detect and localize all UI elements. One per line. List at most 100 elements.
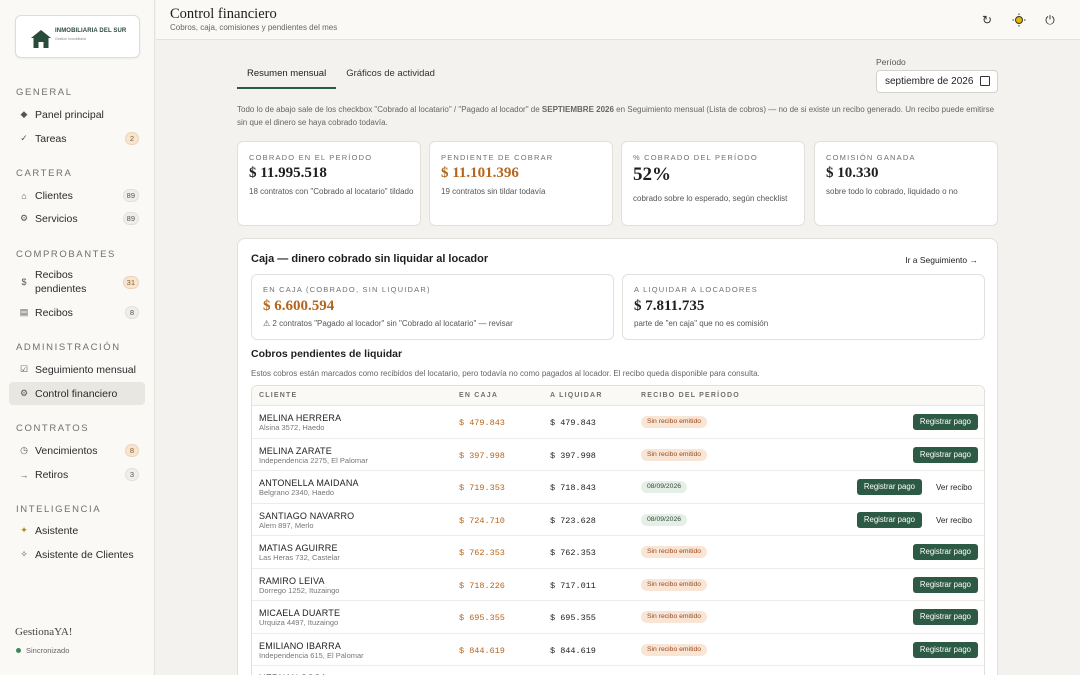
sidebar-item-recibos-pendientes[interactable]: $ Recibos pendientes 31 [9,267,145,297]
logo-text: INMOBILIARIA DEL SUR [55,28,127,34]
page-subtitle: Cobros, caja, comisiones y pendientes de… [170,23,338,32]
registrar-pago-button[interactable]: Registrar pago [912,641,978,658]
count-badge: 2 [125,132,139,145]
kpi-label: EN CAJA (COBRADO, SIN LIQUIDAR) [263,285,431,294]
caja-panel: Caja — dinero cobrado sin liquidar al lo… [237,238,998,675]
sidebar-item-label: Recibos [35,306,73,319]
client-name: MATIAS AGUIRRE [259,543,338,553]
table-row: EMILIANO IBARRA Independencia 615, El Pal… [252,634,984,666]
en-caja-amount: $ 718.226 [459,580,505,591]
table-row: MELINA HERRERA Alsina 3572, Haedo $ 479.84… [252,406,984,439]
kpi-value: $ 11.995.518 [249,165,327,181]
recibo-status-badge: Sin recibo emitido [641,546,708,558]
registrar-pago-button[interactable]: Registrar pago [912,446,978,463]
theme-toggle-icon[interactable] [1011,12,1027,28]
sidebar-item-vencimientos[interactable]: ◷ Vencimientos 8 [9,439,145,462]
client-address: Dorrego 1252, Ituzaingo [259,585,340,595]
sidebar-item-seguimiento[interactable]: ☑ Seguimiento mensual [9,358,145,381]
kpi-label: PENDIENTE DE COBRAR [441,153,554,162]
sidebar-item-tareas[interactable]: ✓ Tareas 2 [9,127,145,150]
a-liquidar-amount: $ 844.619 [550,645,596,656]
client-address: Alsina 3572, Haedo [259,423,325,432]
gear-icon: ⚙ [19,388,29,398]
client-name: SANTIAGO NAVARRO [259,510,355,521]
client-address: Independencia 615, El Palomar [259,650,364,660]
sidebar-item-asistente[interactable]: ✦ Asistente [9,519,145,542]
refresh-icon[interactable]: ↻ [979,12,995,28]
client-name: EMILIANO IBARRA [259,640,342,651]
sync-status: Sincronizado [16,646,69,655]
power-icon[interactable]: ⏻ [1042,12,1058,28]
count-badge: 89 [122,189,139,202]
seguimiento-link[interactable]: Ir a Seguimiento → [905,255,978,265]
table-row: HERNAN SOSA [252,666,984,675]
sidebar-item-label: Vencimientos [35,444,98,457]
kpi-value: $ 6.600.594 [263,298,335,314]
column-header: CLIENTE [259,392,298,399]
kpi-label: % COBRADO DEL PERÍODO [633,153,758,162]
company-logo[interactable]: INMOBILIARIA DEL SUR Gestión Inmobiliari… [15,15,140,58]
sidebar-item-label: Clientes [35,189,73,202]
top-header: Control financiero Cobros, caja, comisio… [156,0,1080,40]
registrar-pago-button[interactable]: Registrar pago [912,576,978,593]
a-liquidar-amount: $ 717.011 [550,580,596,591]
client-name: RAMIRO LEIVA [259,575,325,586]
kpi-subtext: 18 contratos con "Cobrado al locatario" … [249,187,414,196]
sidebar-item-servicios[interactable]: ⚙ Servicios 89 [9,207,145,230]
sidebar-item-label: Asistente de Clientes [35,548,134,561]
registrar-pago-button[interactable]: Registrar pago [912,414,978,430]
sidebar-item-retiros[interactable]: → Retiros 3 [9,463,145,486]
recibo-status-badge: Sin recibo emitido [641,416,708,428]
sidebar-item-panel[interactable]: ◆ Panel principal [9,103,145,126]
registrar-pago-button[interactable]: Registrar pago [856,479,922,495]
tab-resumen-mensual[interactable]: Resumen mensual [237,62,337,89]
recibo-status-badge: 08/09/2026 [641,513,688,526]
calendar-icon[interactable] [980,76,990,86]
tab-graficos[interactable]: Gráficos de actividad [336,62,445,89]
sidebar-item-control-financiero[interactable]: ⚙ Control financiero [9,382,145,405]
dollar-icon: $ [21,277,27,287]
periodo-month-input[interactable]: septiembre de 2026 [876,70,998,93]
column-header: EN CAJA [459,392,499,399]
table-row: MICAELA DUARTE Urquiza 4497, Ituzaingo $ 6… [252,601,984,634]
table-body: MELINA HERRERA Alsina 3572, Haedo $ 479.84… [252,406,984,675]
brand-name: GestionaYA! [15,626,73,638]
status-dot-icon [16,648,21,653]
registrar-pago-button[interactable]: Registrar pago [912,544,978,560]
recibo-status-badge: Sin recibo emitido [641,448,708,461]
a-liquidar-card: A LIQUIDAR A LOCADORES $ 7.811.735 parte… [622,274,985,340]
logo-subtext: Gestión Inmobiliaria [55,37,86,41]
en-caja-amount: $ 719.353 [459,483,505,493]
sidebar-item-recibos[interactable]: ▤ Recibos 8 [9,301,145,324]
ver-recibo-link[interactable]: Ver recibo [936,483,972,492]
kpi-card-comision: COMISIÓN GANADA $ 10.330 sobre todo lo c… [814,141,998,226]
section-title-general: GENERAL [16,87,73,98]
client-name: MELINA HERRERA [259,413,342,423]
section-title-contratos: CONTRATOS [16,423,90,434]
table-description: Estos cobros están marcados como recibid… [251,369,760,378]
sidebar-item-clientes[interactable]: ⌂ Clientes 89 [9,184,145,207]
ver-recibo-link[interactable]: Ver recibo [936,516,972,525]
count-badge: 89 [122,212,139,225]
check-icon: ✓ [20,133,28,143]
kpi-value: $ 10.330 [826,165,879,181]
exit-icon: → [19,469,29,480]
table-row: MELINA ZARATE Independencia 2275, El Palo… [252,439,984,471]
count-badge: 31 [122,275,139,289]
periodo-label: Período [876,57,906,67]
panel-title: Caja — dinero cobrado sin liquidar al lo… [251,253,489,265]
sidebar-item-label: Servicios [35,212,78,225]
sidebar-item-asistente-clientes[interactable]: ✧ Asistente de Clientes [9,543,145,566]
section-title-cartera: CARTERA [16,168,73,179]
intro-text-part: Todo lo de abajo sale de los checkbox "C… [237,105,542,114]
en-caja-card: EN CAJA (COBRADO, SIN LIQUIDAR) $ 6.600.… [251,274,614,340]
en-caja-amount: $ 762.353 [459,548,505,558]
kpi-label: COBRADO EN EL PERÍODO [249,153,373,162]
registrar-pago-button[interactable]: Registrar pago [912,609,978,625]
gear-icon: ⚙ [19,213,29,223]
sparkle-icon: ✦ [20,525,28,535]
kpi-card-porcentaje: % COBRADO DEL PERÍODO 52% cobrado sobre … [621,141,805,226]
home-icon: ⌂ [21,190,27,201]
section-title-comprobantes: COMPROBANTES [16,249,116,260]
registrar-pago-button[interactable]: Registrar pago [856,511,922,528]
